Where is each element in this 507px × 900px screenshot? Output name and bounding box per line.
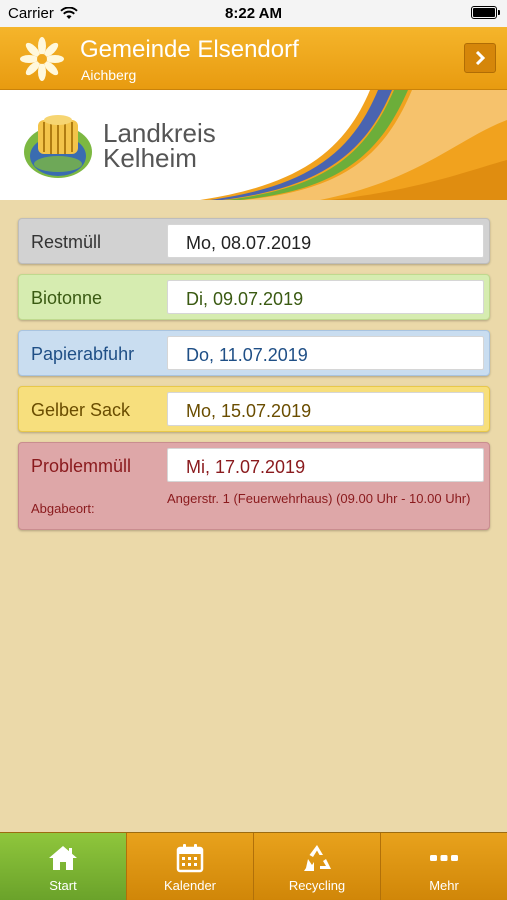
tab-bar: Start Kalender Recycling Mehr	[0, 832, 507, 900]
item-label: Gelber Sack	[31, 400, 131, 420]
item-date: Do, 11.07.2019	[167, 336, 484, 370]
item-date: Di, 09.07.2019	[167, 280, 484, 314]
tab-label: Recycling	[288, 878, 346, 893]
next-button[interactable]	[464, 43, 496, 73]
list-item-problemmuell[interactable]: Problemmüll Mi, 17.07.2019 Abgabeort: An…	[18, 442, 490, 530]
tab-start[interactable]: Start	[0, 833, 127, 900]
dropoff-label: Abgabeort:	[31, 501, 95, 516]
item-label: Restmüll	[31, 232, 102, 252]
list-item-restmuell[interactable]: Restmüll Mo, 08.07.2019	[18, 218, 490, 264]
status-bar: Carrier 8:22 AM	[0, 0, 507, 27]
page-title: Gemeinde Elsendorf	[80, 36, 299, 63]
clock: 8:22 AM	[225, 5, 282, 22]
dropoff-location: Angerstr. 1 (Feuerwehrhaus) (09.00 Uhr -…	[167, 491, 471, 506]
list-item-gelber-sack[interactable]: Gelber Sack Mo, 15.07.2019	[18, 386, 490, 432]
tab-recycling[interactable]: Recycling	[254, 833, 381, 900]
app-header: Gemeinde Elsendorf Aichberg	[0, 27, 507, 90]
tab-kalender[interactable]: Kalender	[127, 833, 254, 900]
item-label: Biotonne	[31, 288, 103, 308]
item-date: Mo, 08.07.2019	[167, 224, 484, 258]
tab-label: Mehr	[429, 878, 459, 893]
calendar-icon	[176, 844, 204, 873]
page-subtitle: Aichberg	[81, 67, 137, 83]
landkreis-logo	[24, 115, 92, 178]
recycle-icon	[304, 845, 331, 871]
tab-label: Start	[49, 878, 77, 893]
item-date: Mi, 17.07.2019	[167, 448, 484, 482]
landkreis-wordmark: Landkreis Kelheim	[103, 120, 216, 173]
tab-label: Kalender	[163, 878, 217, 893]
item-date: Mo, 15.07.2019	[167, 392, 484, 426]
home-icon	[49, 846, 77, 870]
battery-icon	[471, 6, 500, 19]
tab-mehr[interactable]: Mehr	[381, 833, 507, 900]
list-item-biotonne[interactable]: Biotonne Di, 09.07.2019	[18, 274, 490, 320]
item-label: Papierabfuhr	[31, 344, 135, 364]
sun-flower-icon	[20, 37, 64, 81]
list-item-papierabfuhr[interactable]: Papierabfuhr Do, 11.07.2019	[18, 330, 490, 376]
chevron-right-icon	[475, 51, 486, 65]
item-label: Problemmüll	[31, 456, 132, 476]
wordmark-line2: Kelheim	[103, 143, 197, 173]
collection-list: Restmüll Mo, 08.07.2019 Biotonne Di, 09.…	[18, 218, 490, 540]
banner: Landkreis Kelheim	[0, 90, 507, 200]
more-icon	[430, 855, 458, 861]
